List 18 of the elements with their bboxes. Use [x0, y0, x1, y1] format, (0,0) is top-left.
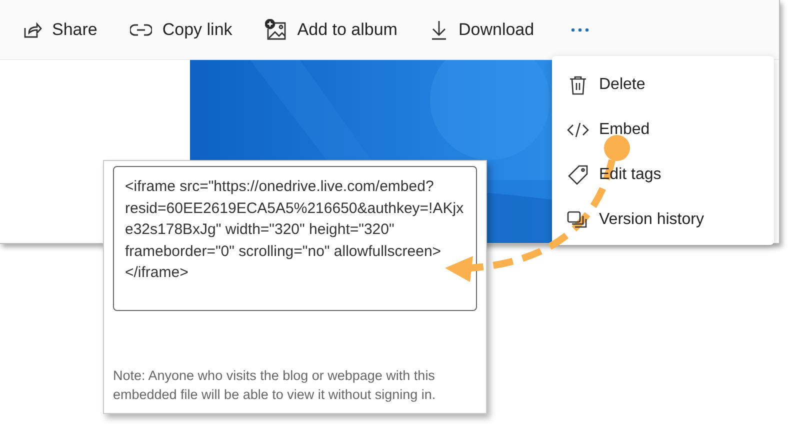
- copies-icon: [567, 210, 589, 230]
- embed-note: Note: Anyone who visits the blog or webpage with this embedded file will be able to view it without signing in.: [113, 367, 437, 404]
- menu-item[interactable]: Delete: [552, 62, 774, 107]
- toolbar-button[interactable]: Download: [430, 12, 546, 46]
- toolbar-button[interactable]: Add to album: [265, 12, 410, 46]
- image-add-icon: [265, 18, 288, 40]
- share-icon: [22, 20, 42, 40]
- trash-icon: [567, 74, 589, 94]
- toolbar-button[interactable]: Copy link: [130, 14, 244, 46]
- menu-item[interactable]: Embed: [552, 107, 774, 152]
- more-icon: [571, 28, 590, 32]
- toolbar-button[interactable]: Share: [22, 14, 110, 46]
- download-icon: [430, 18, 448, 40]
- tag-icon: [567, 164, 589, 184]
- menu-item[interactable]: Version history: [552, 197, 774, 242]
- link-icon: [130, 22, 152, 36]
- embed-code-field[interactable]: <iframe src="https://onedrive.live.com/embed?resid=60EE2619ECA5A5%216650&authkey=!AKjxe32s178BxJg" width="320" height="320" frameborder="0" scrolling="no" allowfullscreen></iframe>: [113, 166, 477, 311]
- code-icon: [567, 122, 589, 138]
